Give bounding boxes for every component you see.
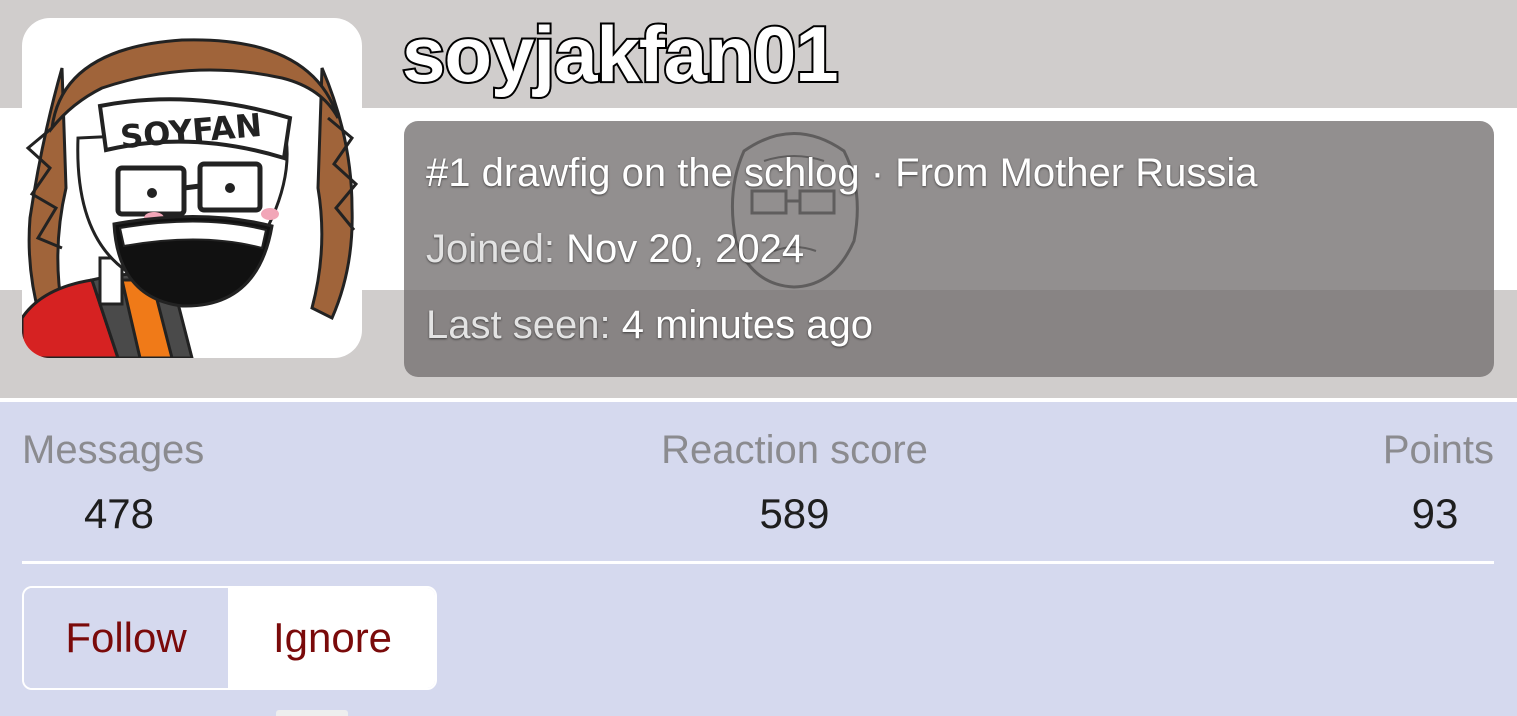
scroll-indicator <box>276 710 348 716</box>
joined-label: Joined: <box>426 227 555 271</box>
last-seen-label: Last seen: <box>426 303 611 347</box>
joined-date: Nov 20, 2024 <box>566 227 805 271</box>
ignore-button[interactable]: Ignore <box>230 588 435 688</box>
reaction-score-label[interactable]: Reaction score <box>652 428 937 473</box>
last-seen-line: Last seen: 4 minutes ago <box>426 303 873 348</box>
profile-info-card: #1 drawfig on the schlog · From Mother R… <box>404 121 1494 377</box>
messages-label[interactable]: Messages <box>22 428 216 473</box>
points-label[interactable]: Points <box>1376 428 1494 473</box>
last-seen-value: 4 minutes ago <box>621 303 873 347</box>
profile-stats-panel: Messages 478 Reaction score 589 Points 9… <box>0 402 1517 716</box>
user-title-line: #1 drawfig on the schlog · From Mother R… <box>426 151 1257 196</box>
joined-line: Joined: Nov 20, 2024 <box>426 227 804 272</box>
reaction-score-count[interactable]: 589 <box>652 490 937 538</box>
user-title: #1 drawfig on the schlog <box>426 151 860 195</box>
points-count[interactable]: 93 <box>1376 490 1494 538</box>
user-location: From Mother Russia <box>895 151 1258 195</box>
title-separator: · <box>859 151 896 195</box>
username: soyjakfan01 <box>400 8 841 100</box>
follow-button[interactable]: Follow <box>24 588 230 688</box>
profile-action-buttons: Follow Ignore <box>22 586 437 690</box>
avatar[interactable]: SOYFAN <box>22 18 362 358</box>
messages-count[interactable]: 478 <box>22 490 216 538</box>
stats-divider <box>22 561 1494 564</box>
soyjak-avatar-icon: SOYFAN <box>22 38 359 358</box>
